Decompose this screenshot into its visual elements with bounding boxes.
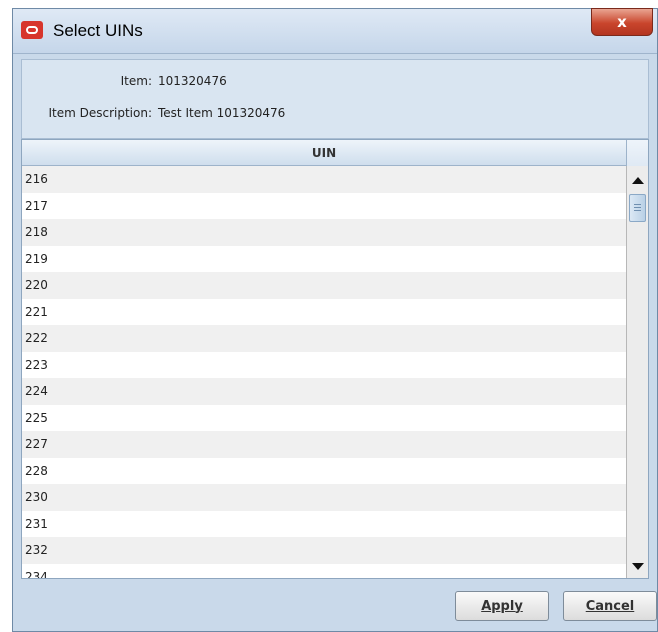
table-row[interactable]: 228 (22, 457, 627, 484)
table-row[interactable]: 234 (22, 563, 627, 578)
column-header-uin[interactable]: UIN (22, 140, 627, 166)
oracle-logo-icon (21, 21, 43, 39)
table-row[interactable]: 225 (22, 404, 627, 431)
table-row[interactable]: 223 (22, 351, 627, 378)
table-row[interactable]: 231 (22, 510, 627, 537)
table-row[interactable]: 224 (22, 378, 627, 405)
select-uins-dialog: Select UINs x Item: 101320476 Item Descr… (12, 8, 658, 632)
item-info-panel: Item: 101320476 Item Description: Test I… (21, 59, 649, 139)
vertical-scrollbar[interactable] (626, 166, 648, 578)
item-description-label: Item Description: (48, 106, 152, 120)
close-icon: x (617, 12, 627, 31)
table-row[interactable]: 219 (22, 245, 627, 272)
dialog-title: Select UINs (53, 21, 143, 40)
header-filler (627, 140, 648, 167)
item-label: Item: (120, 74, 152, 88)
table-row[interactable]: 218 (22, 219, 627, 246)
table-row[interactable]: 227 (22, 431, 627, 458)
table-row[interactable]: 232 (22, 537, 627, 564)
table-row[interactable]: 221 (22, 298, 627, 325)
item-description-value: Test Item 101320476 (158, 106, 286, 120)
arrow-down-icon (631, 562, 644, 570)
item-value: 101320476 (158, 74, 227, 88)
close-button[interactable]: x (591, 8, 653, 36)
table-row[interactable]: 222 (22, 325, 627, 352)
scroll-thumb[interactable] (629, 194, 646, 222)
title-bar: Select UINs x (13, 8, 657, 54)
grip-line (634, 210, 641, 211)
dialog-footer: Apply Cancel (21, 579, 657, 625)
scroll-down-button[interactable] (627, 556, 648, 576)
uin-list: 216 217 218 219 220 221 222 223 224 225 … (22, 166, 627, 578)
table-row[interactable]: 220 (22, 272, 627, 299)
table-row[interactable]: 216 (22, 166, 627, 193)
grip-line (634, 207, 641, 208)
uin-table: UIN 216 217 218 219 220 221 222 223 224 … (21, 139, 649, 579)
arrow-up-icon (631, 176, 644, 184)
table-row[interactable]: 217 (22, 192, 627, 219)
grip-line (634, 204, 641, 205)
table-row[interactable]: 230 (22, 484, 627, 511)
scroll-up-button[interactable] (627, 170, 648, 190)
cancel-button[interactable]: Cancel (563, 591, 657, 621)
apply-button[interactable]: Apply (455, 591, 549, 621)
